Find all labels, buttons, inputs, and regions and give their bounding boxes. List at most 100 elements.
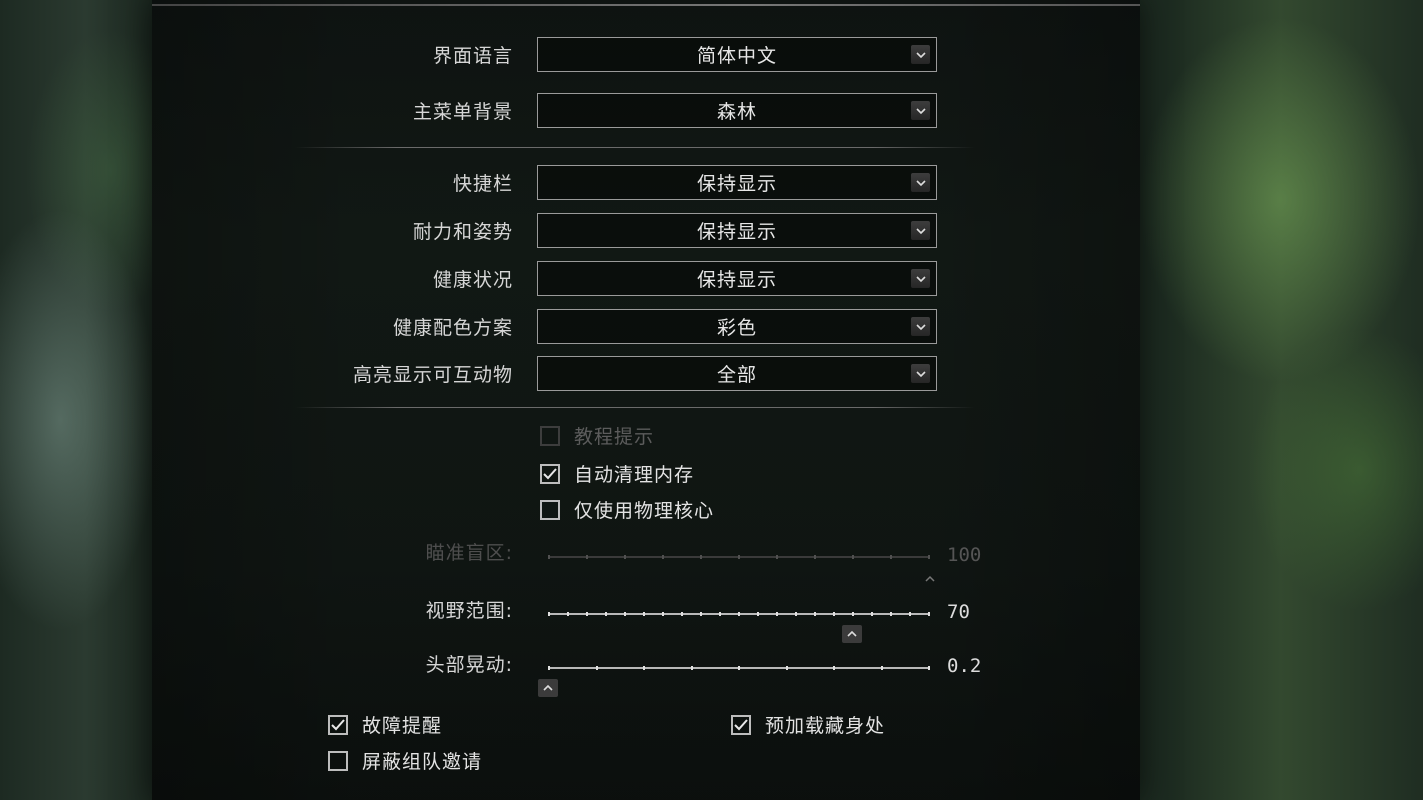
tutorial-hints-checkbox[interactable]: 教程提示 xyxy=(540,422,654,449)
chevron-up-icon[interactable] xyxy=(920,570,940,588)
slider-tick xyxy=(757,612,759,616)
slider-tick xyxy=(928,555,930,559)
preload-hideout-checkbox[interactable]: 预加载藏身处 xyxy=(731,711,885,738)
malfunction-alert-checkbox[interactable]: 故障提醒 xyxy=(328,711,442,738)
checkbox-box xyxy=(328,750,348,771)
chevron-down-icon xyxy=(911,221,930,240)
head-bob-label: 头部晃动: xyxy=(425,654,513,676)
label-highlight-interactables: 高亮显示可互动物 xyxy=(352,364,513,386)
slider-tick xyxy=(586,612,588,616)
health-status-dropdown[interactable]: 保持显示 xyxy=(537,261,937,296)
quickbar-value: 保持显示 xyxy=(696,173,777,195)
slider-tick xyxy=(624,555,626,559)
slider-tick xyxy=(691,666,693,670)
fov-label: 视野范围: xyxy=(425,600,513,622)
slider-tick xyxy=(776,555,778,559)
stamina-posture-dropdown[interactable]: 保持显示 xyxy=(537,213,937,248)
checkmark-icon xyxy=(540,463,560,484)
section-divider xyxy=(295,147,975,148)
health-status-value: 保持显示 xyxy=(696,269,777,291)
chevron-down-icon xyxy=(911,101,930,120)
slider-tick xyxy=(548,555,550,559)
slider-tick xyxy=(662,612,664,616)
section-divider xyxy=(295,407,975,408)
stamina-posture-value: 保持显示 xyxy=(696,221,777,243)
slider-tick xyxy=(548,612,550,616)
tutorial-hints-label: 教程提示 xyxy=(574,426,655,448)
interface-language-value: 简体中文 xyxy=(696,45,777,67)
slider-tick xyxy=(643,612,645,616)
checkbox-box xyxy=(540,499,560,520)
checkbox-box xyxy=(540,425,560,446)
top-border xyxy=(152,4,1140,6)
slider-tick xyxy=(605,612,607,616)
slider-tick xyxy=(738,666,740,670)
health-color-scheme-value: 彩色 xyxy=(716,317,757,339)
slider-tick xyxy=(890,612,892,616)
checkmark-icon xyxy=(328,714,348,735)
slider-tick xyxy=(738,612,740,616)
checkmark-icon xyxy=(731,714,751,735)
main-menu-background-value: 森林 xyxy=(716,101,757,123)
slider-tick xyxy=(596,666,598,670)
slider-tick xyxy=(643,666,645,670)
chevron-down-icon xyxy=(911,173,930,192)
label-health-color-scheme: 健康配色方案 xyxy=(392,317,513,339)
physical-cores-only-label: 仅使用物理核心 xyxy=(574,500,715,522)
slider-tick xyxy=(890,555,892,559)
health-color-scheme-dropdown[interactable]: 彩色 xyxy=(537,309,937,344)
block-group-invites-label: 屏蔽组队邀请 xyxy=(362,751,483,773)
slider-tick xyxy=(681,612,683,616)
aim-deadzone-slider[interactable] xyxy=(548,555,930,559)
slider-tick xyxy=(852,555,854,559)
aim-deadzone-value: 100 xyxy=(947,544,982,566)
block-group-invites-checkbox[interactable]: 屏蔽组队邀请 xyxy=(328,747,482,774)
slider-tick xyxy=(662,555,664,559)
slider-tick xyxy=(700,612,702,616)
head-bob-slider[interactable] xyxy=(548,666,930,670)
slider-tick xyxy=(719,612,721,616)
fov-value: 70 xyxy=(947,601,970,623)
slider-tick xyxy=(738,555,740,559)
slider-tick xyxy=(567,612,569,616)
slider-tick xyxy=(624,612,626,616)
chevron-down-icon xyxy=(911,45,930,64)
label-main-menu-background: 主菜单背景 xyxy=(412,101,513,123)
preload-hideout-label: 预加载藏身处 xyxy=(765,715,886,737)
slider-tick xyxy=(795,612,797,616)
slider-tick xyxy=(871,612,873,616)
slider-tick xyxy=(814,612,816,616)
slider-tick xyxy=(786,666,788,670)
slider-tick xyxy=(881,666,883,670)
chevron-down-icon xyxy=(911,364,930,383)
label-quickbar: 快捷栏 xyxy=(452,173,513,195)
slider-tick xyxy=(852,612,854,616)
chevron-up-icon[interactable] xyxy=(538,679,558,697)
slider-tick xyxy=(776,612,778,616)
highlight-interactables-value: 全部 xyxy=(716,364,757,386)
chevron-up-icon[interactable] xyxy=(842,625,862,643)
slider-tick xyxy=(586,555,588,559)
slider-tick xyxy=(928,666,930,670)
quickbar-dropdown[interactable]: 保持显示 xyxy=(537,165,937,200)
head-bob-value: 0.2 xyxy=(947,655,982,677)
chevron-down-icon xyxy=(911,317,930,336)
slider-tick xyxy=(909,612,911,616)
fov-slider[interactable] xyxy=(548,612,930,616)
auto-clear-memory-label: 自动清理内存 xyxy=(574,464,695,486)
interface-language-dropdown[interactable]: 简体中文 xyxy=(537,37,937,72)
main-menu-background-dropdown[interactable]: 森林 xyxy=(537,93,937,128)
physical-cores-only-checkbox[interactable]: 仅使用物理核心 xyxy=(540,496,714,523)
auto-clear-memory-checkbox[interactable]: 自动清理内存 xyxy=(540,460,694,487)
slider-tick xyxy=(700,555,702,559)
label-interface-language: 界面语言 xyxy=(432,45,513,67)
label-stamina-posture: 耐力和姿势 xyxy=(412,221,513,243)
aim-deadzone-label: 瞄准盲区: xyxy=(425,542,513,564)
slider-tick xyxy=(833,612,835,616)
slider-tick xyxy=(928,612,930,616)
malfunction-alert-label: 故障提醒 xyxy=(362,715,443,737)
slider-tick xyxy=(548,666,550,670)
slider-tick xyxy=(833,666,835,670)
highlight-interactables-dropdown[interactable]: 全部 xyxy=(537,356,937,391)
label-health-status: 健康状况 xyxy=(432,269,513,291)
